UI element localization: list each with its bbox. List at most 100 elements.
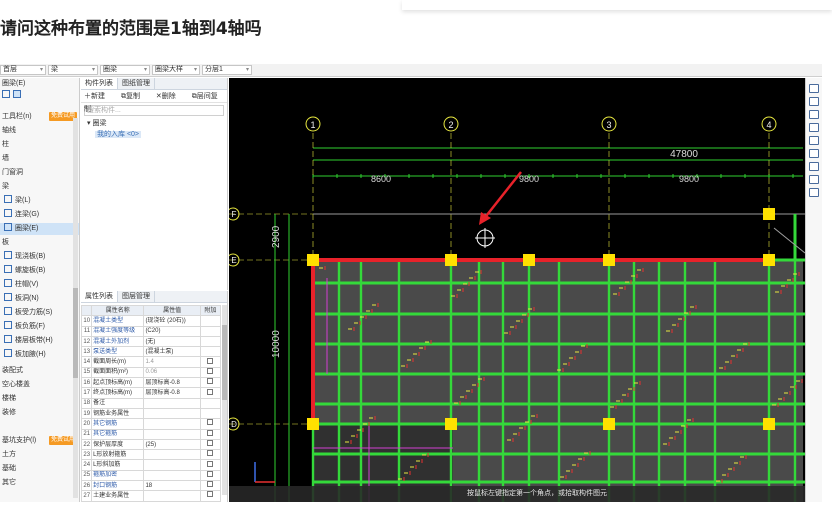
tree-group[interactable]: ▾ 圈梁 [81,118,227,129]
property-row[interactable]: 12 混凝土外加剂 (无) [81,335,222,348]
additional-checkbox[interactable] [206,378,213,385]
nav-item[interactable]: 板受力筋(S) [0,307,79,319]
property-row[interactable]: 11 混凝土强度等级 (C20) [81,325,222,337]
layer-select[interactable]: 分层1 ▾ [202,65,252,75]
nav-group[interactable]: 轴线 [0,125,79,137]
property-row[interactable]: 17 终点顶标高(m) 层顶标高-0.8 [81,387,222,399]
floor-select[interactable]: 首层 ▾ [0,65,46,75]
property-value[interactable] [143,428,201,440]
property-row[interactable]: 19 钢筋业务属性 [81,407,222,420]
nav-group[interactable]: 门窗洞 [0,167,79,179]
front-view-icon[interactable] [809,123,819,132]
nav-group[interactable]: 墙 [0,153,79,165]
additional-checkbox[interactable] [206,471,213,477]
nav-item[interactable]: 梁(L) [0,195,79,207]
additional-checkbox[interactable] [206,388,213,395]
property-row[interactable]: 26 封口钢筋 18 [81,480,222,492]
nav-item[interactable]: 基坑支护(l) 免费试用 [0,435,79,447]
nav-group[interactable]: 柱 [0,139,79,151]
additional-checkbox[interactable] [206,460,213,467]
nav-group[interactable]: 土方 [0,449,79,461]
zoom-fit-icon[interactable] [809,162,819,171]
property-value[interactable] [143,407,201,420]
nav-item-selected[interactable]: 圈梁(E) [0,223,79,235]
nav-item[interactable]: 螺旋板(B) [0,265,79,277]
property-row[interactable]: 21 其它箍筋 [81,428,222,440]
layer-icon[interactable] [809,188,819,197]
component-select[interactable]: 圈梁 ▾ [100,65,150,75]
grid-icon[interactable] [2,90,10,98]
property-value[interactable] [143,459,201,471]
cad-drawing[interactable]: 47800 8600 9800 9800 1 2 3 4 F E D 2900 10000 [229,78,805,502]
component-name-select[interactable]: 圈梁大样 ▾ [152,65,200,75]
tree-item[interactable]: 我的入库 <0> [81,129,227,140]
side-view-icon[interactable] [809,136,819,145]
property-row[interactable]: 18 备注 [81,397,222,409]
additional-checkbox[interactable] [206,450,213,457]
tab-property-list[interactable]: 属性列表 [81,291,118,302]
nav-group[interactable]: 基础 [0,463,79,475]
property-value[interactable]: (现浇砼 (20石)) [143,315,201,327]
tab-component-list[interactable]: 构件列表 [81,78,118,89]
property-value[interactable] [143,469,201,482]
nav-group[interactable]: 其它 [0,477,79,489]
top-view-icon[interactable] [809,110,819,119]
component-type-select[interactable]: 梁 ▾ [48,65,98,75]
additional-checkbox[interactable] [206,358,213,364]
property-row[interactable]: 24 L形斜加筋 [81,459,222,471]
property-value[interactable]: (C20) [143,325,201,337]
view-toggle[interactable] [0,90,79,102]
property-value[interactable] [143,418,201,430]
delete-button[interactable]: ✕删除 [156,93,183,100]
nav-item[interactable]: 柱帽(V) [0,279,79,291]
tab-layer-manager[interactable]: 图层管理 [118,291,155,302]
nav-group[interactable]: 装配式 [0,365,79,377]
property-value[interactable] [143,397,201,409]
nav-group[interactable]: 梁 [0,181,79,193]
component-search-input[interactable]: 搜索构件... [84,105,224,116]
nav-item[interactable]: 现浇板(B) [0,251,79,263]
pan-icon[interactable] [809,175,819,184]
additional-checkbox[interactable] [206,440,213,446]
additional-checkbox[interactable] [206,368,213,374]
property-value[interactable]: 层顶标高-0.8 [143,377,201,389]
property-row[interactable]: 23 L形放射箍筋 [81,449,222,461]
nav-item[interactable]: 板洞(N) [0,293,79,305]
property-value[interactable]: 1.4 [143,356,201,368]
drawing-canvas[interactable]: 47800 8600 9800 9800 1 2 3 4 F E D 2900 10000 [229,78,805,502]
iso-view-icon[interactable] [809,149,819,158]
property-value[interactable]: (25) [143,438,201,451]
additional-checkbox[interactable] [206,419,213,426]
nav-group[interactable]: 楼梯 [0,393,79,405]
copy-button[interactable]: ⧉复制 [121,93,147,100]
property-value[interactable] [143,449,201,461]
nav-item[interactable]: 板加腋(H) [0,349,79,361]
property-row[interactable]: 13 泵送类型 (混凝土泵) [81,346,222,358]
property-value[interactable]: 0.06 [143,366,201,379]
nav-item[interactable]: 板负筋(F) [0,321,79,333]
nav-item[interactable]: 连梁(G) [0,209,79,221]
tab-drawing-manager[interactable]: 图纸管理 [118,78,155,89]
property-row[interactable]: 15 截面面积(m²) 0.06 [81,366,222,379]
property-row[interactable]: 27 土建业务属性 [81,490,222,502]
property-value[interactable]: 层顶标高-0.8 [143,387,201,399]
property-value[interactable]: (混凝土泵) [143,346,201,358]
additional-checkbox[interactable] [206,430,213,436]
nav-scrollbar[interactable] [73,118,78,498]
property-row[interactable]: 22 保护层厚度 (25) [81,438,222,451]
view-3d-icon[interactable] [809,84,819,93]
nav-group[interactable]: 板 [0,237,79,249]
nav-item[interactable]: 楼层板带(H) [0,335,79,347]
additional-checkbox[interactable] [206,481,213,488]
new-button[interactable]: ＋新建 [84,93,112,100]
nav-group[interactable]: 空心楼盖 [0,379,79,391]
property-row[interactable]: 20 其它钢筋 [81,418,222,430]
property-row[interactable]: 16 起点顶标高(m) 层顶标高-0.8 [81,377,222,389]
property-row[interactable]: 25 箍筋加密 [81,469,222,482]
nav-item[interactable]: 工具栏(n) 免费试用 [0,111,79,123]
property-value[interactable]: (无) [143,335,201,348]
additional-checkbox[interactable] [206,491,213,498]
property-value[interactable] [143,490,201,502]
list-icon[interactable] [13,90,21,98]
rotate-icon[interactable] [809,97,819,106]
